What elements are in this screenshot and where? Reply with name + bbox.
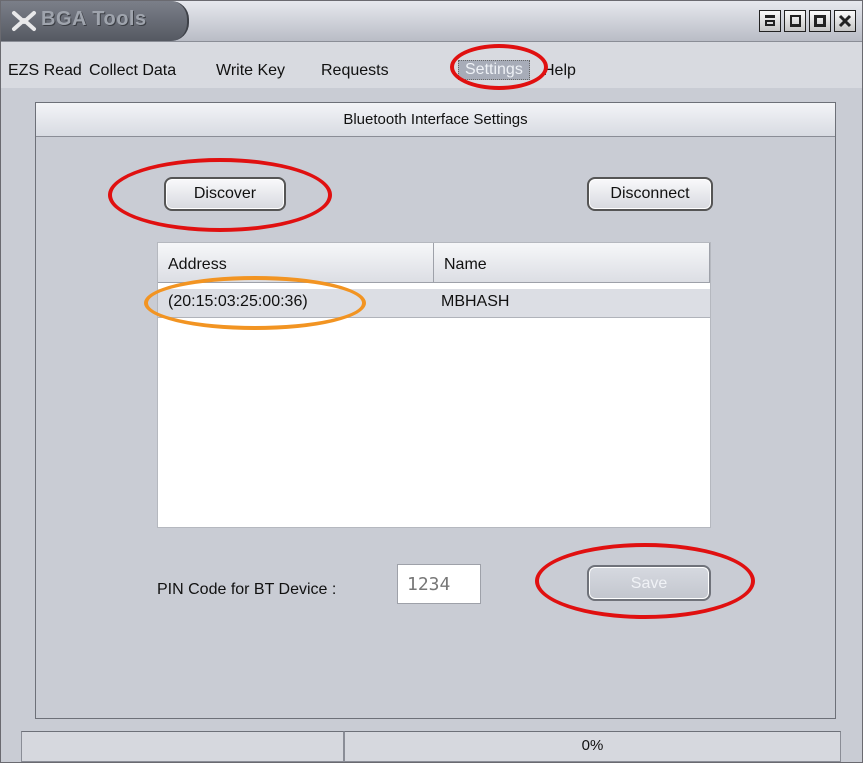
menu-write-key[interactable]: Write Key: [216, 62, 285, 80]
title-bar[interactable]: BGA Tools: [1, 1, 862, 42]
bluetooth-settings-panel: Bluetooth Interface Settings Discover Di…: [35, 102, 836, 719]
restore-small-icon[interactable]: [759, 10, 781, 32]
menu-bar: EZS Read Collect Data Write Key Requests…: [1, 42, 862, 88]
panel-title: Bluetooth Interface Settings: [343, 111, 528, 128]
minimize-icon[interactable]: [784, 10, 806, 32]
app-window: BGA Tools EZS Read Collect Data Write Ke…: [0, 0, 863, 763]
menu-requests[interactable]: Requests: [321, 62, 389, 80]
column-header-name[interactable]: Name: [434, 243, 710, 283]
app-logo-icon: [12, 11, 36, 31]
window-title: BGA Tools: [41, 8, 147, 30]
title-tab: BGA Tools: [1, 1, 189, 41]
menu-settings[interactable]: Settings: [458, 60, 530, 80]
progress-text: 0%: [344, 731, 841, 762]
device-address: (20:15:03:25:00:36): [168, 293, 308, 310]
panel-header: Bluetooth Interface Settings: [36, 103, 835, 137]
status-bar: 0%: [1, 731, 862, 762]
disconnect-button[interactable]: Disconnect: [587, 177, 713, 211]
window-controls: [759, 10, 856, 32]
device-list[interactable]: Address Name (20:15:03:25:00:36) MBHASH: [157, 242, 711, 528]
pin-label: PIN Code for BT Device :: [157, 581, 337, 598]
discover-button[interactable]: Discover: [164, 177, 286, 211]
menu-collect-data[interactable]: Collect Data: [89, 62, 176, 80]
pin-code-field[interactable]: 1234: [397, 564, 481, 604]
table-row[interactable]: (20:15:03:25:00:36) MBHASH: [158, 289, 710, 318]
menu-help[interactable]: Help: [543, 62, 576, 80]
device-name: MBHASH: [441, 293, 510, 310]
maximize-icon[interactable]: [809, 10, 831, 32]
column-header-address[interactable]: Address: [158, 243, 434, 283]
menu-ezs-read[interactable]: EZS Read: [8, 62, 82, 80]
status-text: [21, 731, 344, 762]
close-icon[interactable]: [834, 10, 856, 32]
save-button[interactable]: Save: [587, 565, 711, 601]
